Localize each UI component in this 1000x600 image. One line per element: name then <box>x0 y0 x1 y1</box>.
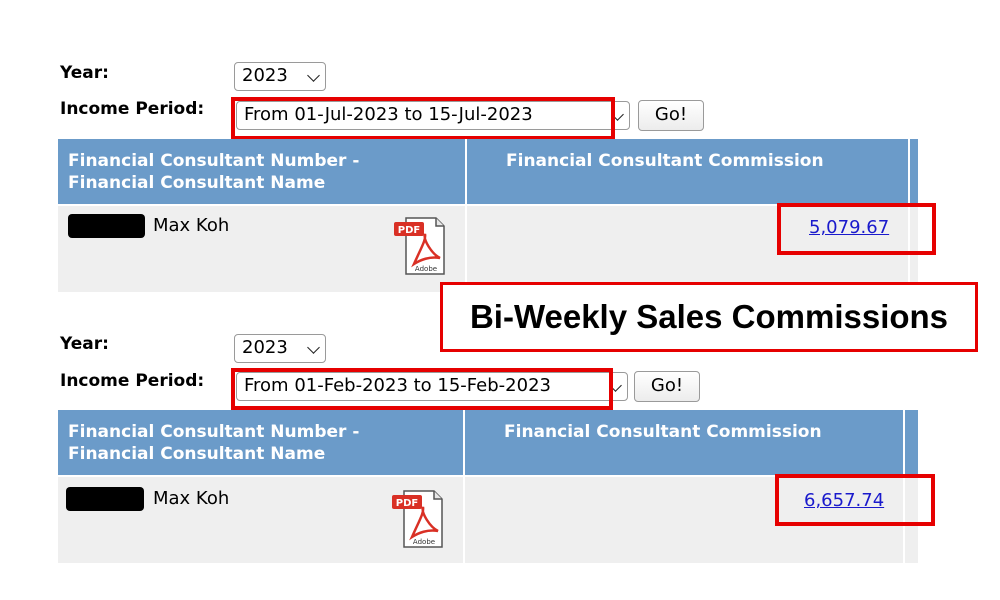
col-commission-header: Financial Consultant Commission <box>506 151 824 171</box>
column-divider <box>903 410 905 475</box>
commission-section-jul: Year: 2023 Income Period: From 01-Jul-20… <box>0 0 1000 300</box>
period-highlight-box <box>231 368 613 410</box>
pdf-adobe-icon[interactable]: PDF Adobe <box>392 216 448 276</box>
year-select[interactable]: 2023 <box>234 62 326 91</box>
year-label: Year: <box>60 334 109 354</box>
period-highlight-box <box>231 97 615 140</box>
column-divider <box>463 410 465 475</box>
pdf-adobe-icon[interactable]: PDF Adobe <box>390 489 446 549</box>
year-select-value: 2023 <box>242 65 288 86</box>
income-period-label: Income Period: <box>60 99 205 119</box>
column-divider <box>908 139 910 204</box>
column-divider <box>465 139 467 204</box>
year-label: Year: <box>60 63 109 83</box>
pdf-badge-text: PDF <box>396 498 418 509</box>
chevron-down-icon <box>307 69 320 82</box>
redacted-consultant-number <box>66 487 144 511</box>
table-header: Financial Consultant Number - Financial … <box>58 139 918 204</box>
go-button[interactable]: Go! <box>634 371 700 402</box>
pdf-brand-text: Adobe <box>413 538 435 546</box>
col-consultant-header: Financial Consultant Number - Financial … <box>68 151 360 193</box>
bi-weekly-callout: Bi-Weekly Sales Commissions <box>440 282 978 352</box>
consultant-name: Max Koh <box>153 488 230 509</box>
pdf-badge-text: PDF <box>398 225 420 236</box>
chevron-down-icon <box>307 341 320 354</box>
table-header: Financial Consultant Number - Financial … <box>58 410 918 475</box>
col-commission-header: Financial Consultant Commission <box>504 422 822 442</box>
consultant-name: Max Koh <box>153 215 230 236</box>
income-period-label: Income Period: <box>60 371 205 391</box>
commission-highlight-box <box>777 203 936 255</box>
go-button[interactable]: Go! <box>638 100 704 131</box>
year-select[interactable]: 2023 <box>234 334 326 363</box>
redacted-consultant-number <box>68 214 145 238</box>
col-consultant-header: Financial Consultant Number - Financial … <box>68 422 360 464</box>
column-divider <box>463 477 465 563</box>
commission-highlight-box <box>775 474 935 526</box>
year-select-value: 2023 <box>242 337 288 358</box>
